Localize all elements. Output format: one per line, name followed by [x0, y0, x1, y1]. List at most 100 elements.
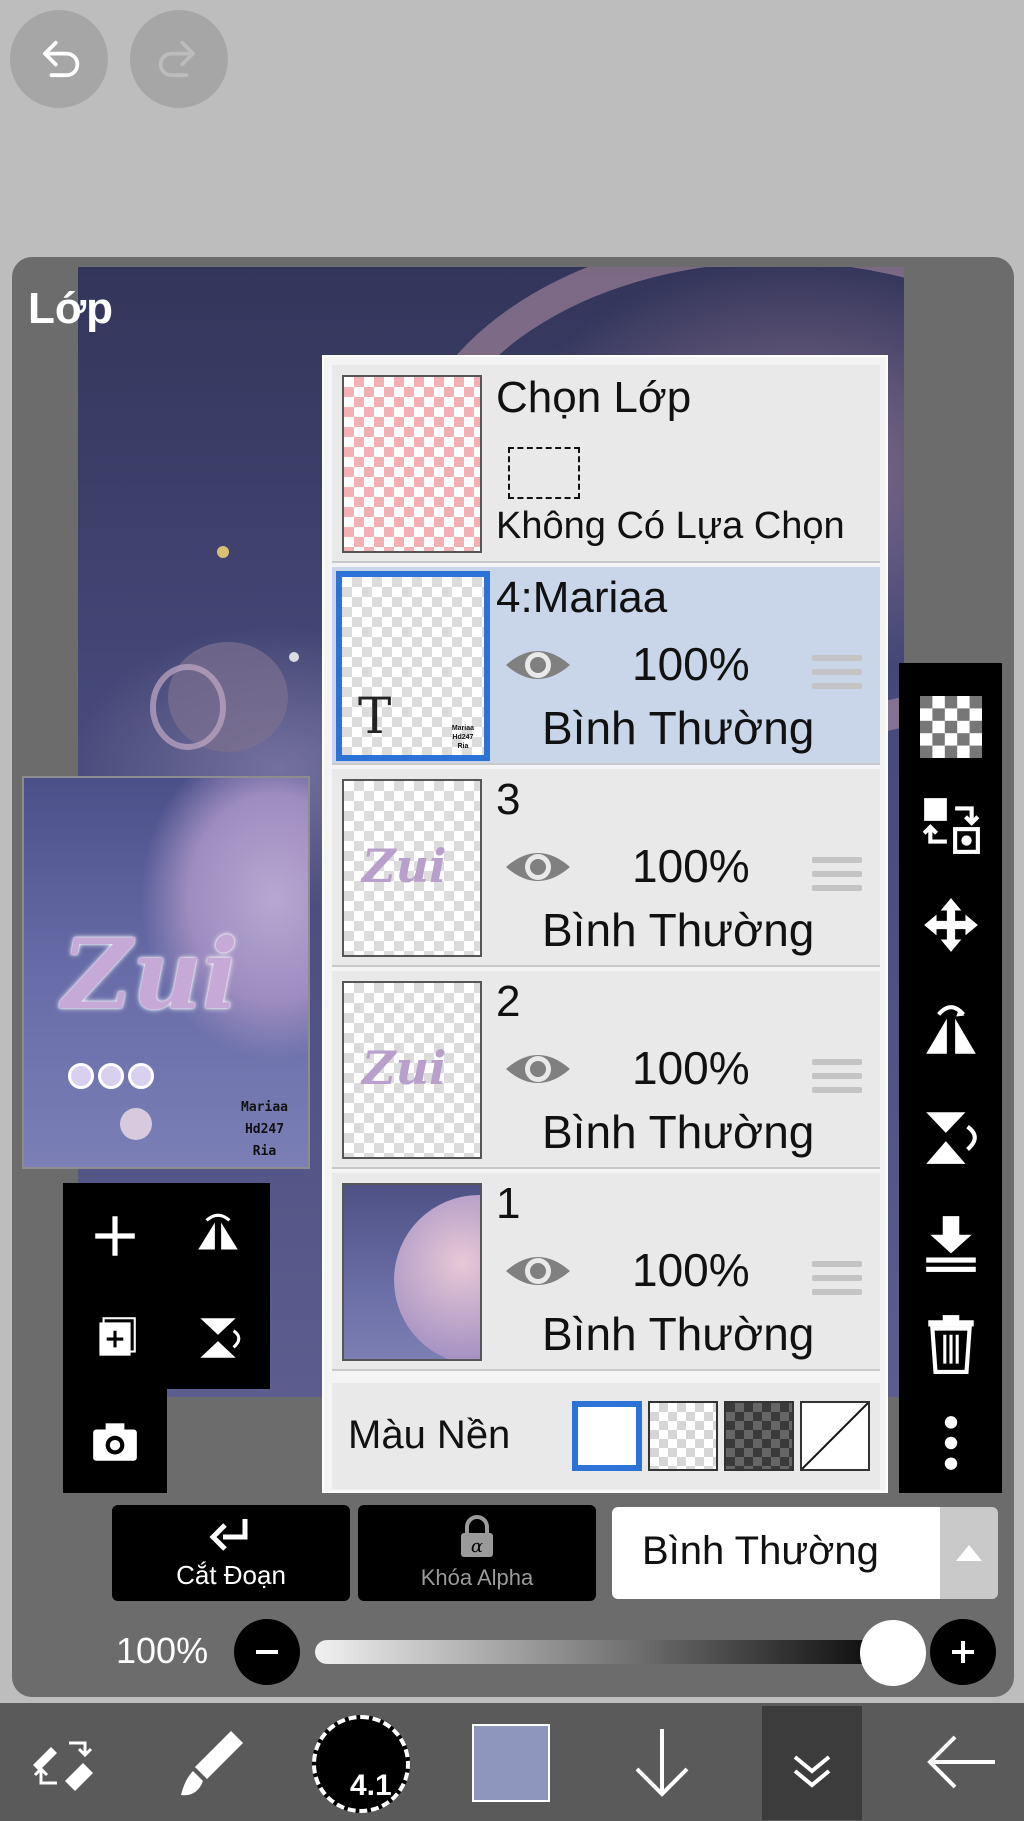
layer-row-3[interactable]: Zui 3 100% Bình Thường: [332, 769, 880, 967]
opacity-increase-button[interactable]: [930, 1619, 996, 1685]
right-toolbox: [899, 663, 1002, 1493]
selection-layer-row[interactable]: Chọn Lớp Không Có Lựa Chọn: [332, 365, 880, 563]
brush-eraser-swap-icon: [33, 1741, 93, 1791]
background-checker-light-option[interactable]: [648, 1401, 718, 1471]
drag-handle-icon[interactable]: [812, 655, 862, 695]
move-button[interactable]: [911, 885, 991, 965]
checkerboard-icon: [920, 696, 982, 758]
brush-tool-button[interactable]: [160, 1710, 264, 1814]
layers-panel-button[interactable]: [760, 1710, 864, 1814]
layer-list: Chọn Lớp Không Có Lựa Chọn T Mariaa Hd24…: [322, 355, 888, 1493]
trash-icon: [928, 1315, 974, 1374]
layer-thumbnail-art: Zui: [362, 839, 447, 893]
layer-row-2[interactable]: Zui 2 100% Bình Thường: [332, 971, 880, 1169]
delete-layer-button[interactable]: [911, 1303, 991, 1383]
merge-down-icon: [926, 1216, 976, 1272]
eye-icon[interactable]: [502, 843, 574, 891]
plus-icon: [95, 1216, 135, 1256]
brush-size-indicator[interactable]: 4.1: [312, 1715, 410, 1813]
thumbnail-moon: [120, 1108, 152, 1140]
flip-horizontal-icon: [198, 1213, 238, 1250]
redo-icon: [158, 40, 195, 78]
left-toolbox-camera: [63, 1389, 167, 1493]
background-none-option[interactable]: [800, 1401, 870, 1471]
panel-title: Lớp: [28, 284, 114, 333]
camera-icon: [93, 1423, 137, 1461]
drag-handle-icon[interactable]: [812, 857, 862, 897]
move-icon: [924, 898, 978, 952]
layer-down-button[interactable]: [610, 1710, 714, 1814]
layer-opacity: 100%: [632, 840, 750, 892]
undo-button[interactable]: [10, 10, 108, 108]
swap-layer-button[interactable]: [911, 785, 991, 865]
flip-vertical-icon: [200, 1318, 241, 1358]
arrow-down-icon: [635, 1729, 689, 1797]
layer-name: 1: [496, 1179, 521, 1228]
swap-icon: [922, 798, 980, 854]
brush-icon: [181, 1731, 243, 1796]
layer-row-1[interactable]: 1 100% Bình Thường: [332, 1173, 880, 1371]
merge-down-button[interactable]: [911, 1203, 991, 1283]
eye-icon[interactable]: [502, 1045, 574, 1093]
undo-icon: [43, 40, 80, 78]
alpha-lock-label: Khóa Alpha: [420, 1565, 534, 1590]
flip-horizontal-right-button[interactable]: [911, 991, 991, 1071]
layer-thumbnail-credit: Mariaa Hd247 Ria: [451, 725, 474, 750]
thumbnail-art-text: Zui: [62, 918, 239, 1031]
more-vertical-icon: [944, 1416, 958, 1470]
lock-icon: α: [461, 1515, 493, 1557]
blend-mode-dropdown-button[interactable]: [940, 1507, 998, 1599]
clipping-label: Cắt Đoạn: [176, 1560, 286, 1590]
canvas-thumbnail[interactable]: Zui Mariaa Hd247 Ria: [22, 776, 310, 1169]
opacity-slider-track[interactable]: [315, 1640, 895, 1664]
minus-icon: [256, 1650, 278, 1654]
alpha-lock-button[interactable]: α Khóa Alpha: [358, 1505, 596, 1601]
camera-button[interactable]: [70, 1396, 160, 1486]
layer-thumbnail: Zui: [342, 779, 482, 957]
clipping-button[interactable]: Cắt Đoạn: [112, 1505, 350, 1601]
current-color-swatch[interactable]: [472, 1724, 550, 1802]
svg-text:α: α: [471, 1536, 483, 1557]
flip-horizontal-icon: [926, 1005, 976, 1054]
opacity-decrease-button[interactable]: [234, 1619, 300, 1685]
layer-blend-mode: Bình Thường: [542, 904, 815, 956]
drag-handle-icon[interactable]: [812, 1059, 862, 1099]
layer-row-4[interactable]: T Mariaa Hd247 Ria 4:Mariaa 100% Bình Th…: [332, 567, 880, 765]
layer-thumbnail: T Mariaa Hd247 Ria: [336, 571, 490, 761]
plus-icon: [952, 1641, 974, 1663]
add-layer-button[interactable]: [70, 1191, 160, 1281]
background-white-option[interactable]: [572, 1401, 642, 1471]
blend-mode-value: Bình Thường: [642, 1529, 879, 1573]
blend-mode-select[interactable]: Bình Thường: [612, 1507, 940, 1599]
layer-thumbnail-art: Zui: [362, 1041, 447, 1095]
eye-icon[interactable]: [502, 641, 574, 689]
background-checker-dark-option[interactable]: [724, 1401, 794, 1471]
brush-size-value: 4.1: [350, 1769, 392, 1802]
diagonal-slash-icon: [801, 1402, 869, 1470]
back-button[interactable]: [910, 1710, 1014, 1814]
transparency-button[interactable]: [911, 687, 991, 767]
flip-horizontal-button[interactable]: [173, 1191, 263, 1281]
layer-name: 2: [496, 977, 521, 1026]
flip-vertical-right-button[interactable]: [911, 1097, 991, 1177]
opacity-slider-knob[interactable]: [860, 1620, 926, 1686]
layer-blend-mode: Bình Thường: [542, 1308, 815, 1360]
background-color-label: Màu Nền: [348, 1413, 511, 1457]
layer-blend-mode: Bình Thường: [542, 702, 815, 754]
duplicate-icon: [99, 1317, 136, 1356]
drag-handle-icon[interactable]: [812, 1261, 862, 1301]
redo-button[interactable]: [130, 10, 228, 108]
clip-arrow-icon: [209, 1519, 248, 1551]
opacity-value-label: 100%: [116, 1630, 209, 1671]
thumbnail-credit: Mariaa Hd247 Ria: [241, 1100, 288, 1159]
flip-vertical-button[interactable]: [173, 1293, 263, 1383]
chevron-double-down-icon: [793, 1755, 831, 1788]
selection-layer-thumbnail: [342, 375, 482, 553]
duplicate-layer-button[interactable]: [70, 1293, 160, 1383]
layer-blend-mode: Bình Thường: [542, 1106, 815, 1158]
tool-switch-button[interactable]: [10, 1710, 114, 1814]
more-options-button[interactable]: [911, 1403, 991, 1483]
eye-icon[interactable]: [502, 1247, 574, 1295]
layer-thumbnail: [342, 1183, 482, 1361]
triangle-up-icon: [956, 1545, 982, 1561]
